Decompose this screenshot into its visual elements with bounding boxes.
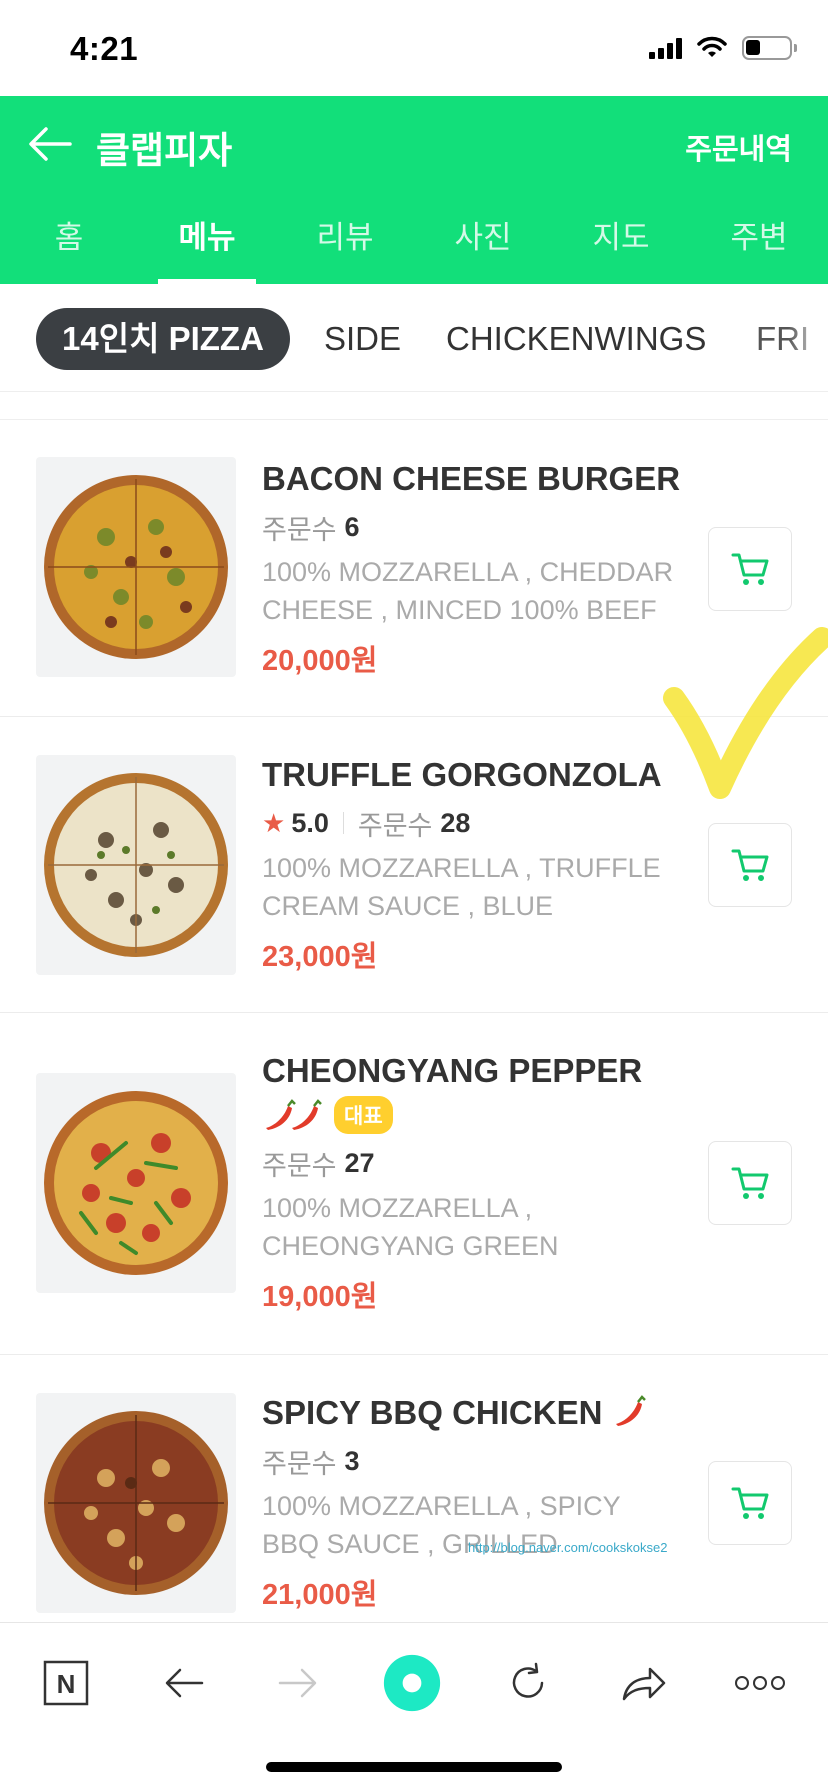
green-dot-button[interactable]	[382, 1653, 442, 1713]
star-icon: ★	[262, 807, 286, 838]
menu-item-price: 20,000원	[262, 645, 378, 677]
cart-icon	[731, 553, 769, 585]
browser-back-button[interactable]	[154, 1653, 214, 1713]
order-count: 주문수 3	[262, 1443, 682, 1479]
menu-item-price: 19,000원	[262, 1281, 378, 1313]
order-history-link[interactable]: 주문내역	[685, 126, 792, 168]
pizza-thumbnail	[36, 457, 236, 677]
more-button[interactable]	[730, 1653, 790, 1713]
rating-value: 5.0	[291, 807, 329, 838]
tab-menu[interactable]: 메뉴	[138, 192, 276, 284]
add-to-cart-button[interactable]	[708, 823, 792, 907]
order-count: 주문수 6	[262, 509, 682, 545]
menu-item-name: SPICY BBQ CHICKEN	[262, 1394, 603, 1431]
share-icon	[622, 1667, 666, 1701]
menu-item[interactable]: CHEONGYANG PEPPER 대표 주문수 27 100% MOZZARE…	[0, 1013, 828, 1355]
category-chip-chickenwings[interactable]: CHICKENWINGS	[446, 308, 706, 370]
menu-item-tags: 대표	[262, 1095, 682, 1135]
menu-item-name-row: SPICY BBQ CHICKEN	[262, 1393, 682, 1433]
tab-photos[interactable]: 사진	[414, 192, 552, 284]
back-button[interactable]	[24, 118, 76, 170]
nav-tabs: 홈 메뉴 리뷰 사진 지도 주변	[0, 192, 828, 284]
order-count-value: 27	[344, 1147, 375, 1178]
refresh-button[interactable]	[498, 1653, 558, 1713]
menu-item-description: 100% MOZZARELLA , CHEDDAR CHEESE , MINCE…	[262, 557, 674, 625]
menu-item[interactable]: SPICY BBQ CHICKEN 주문수 3 100% MOZZARELLA …	[0, 1355, 828, 1622]
cart-icon	[731, 1167, 769, 1199]
wifi-icon	[697, 36, 727, 57]
tab-map[interactable]: 지도	[552, 192, 690, 284]
status-icons	[649, 36, 797, 60]
refresh-icon	[512, 1662, 544, 1698]
svg-text:N: N	[57, 1669, 76, 1699]
menu-item-info: TRUFFLE GORGONZOLA ★ 5.0 주문수 28 100% MOZ…	[262, 755, 682, 975]
menu-item-price: 21,000원	[262, 1579, 378, 1611]
menu-item-description: 100% MOZZARELLA , TRUFFLE CREAM SAUCE , …	[262, 853, 661, 921]
category-bar: 14인치 PIZZA SIDE CHICKENWINGS FRI	[0, 284, 828, 392]
battery-fill	[746, 40, 760, 55]
battery-icon	[742, 36, 797, 60]
back-arrow-icon	[29, 127, 72, 161]
cart-icon	[731, 1487, 769, 1519]
signal-icon	[649, 37, 682, 59]
order-count-label: 주문수	[357, 810, 433, 841]
menu-item-info: BACON CHEESE BURGER 주문수 6 100% MOZZARELL…	[262, 459, 682, 679]
naver-n-icon: N	[43, 1660, 89, 1706]
back-arrow-icon	[165, 1668, 204, 1698]
order-count-label: 주문수	[262, 1150, 337, 1181]
status-bar: 4:21	[0, 0, 828, 96]
more-icon	[735, 1676, 785, 1690]
order-count-value: 28	[440, 807, 471, 838]
order-count-value: 6	[344, 511, 360, 542]
menu-item-name: CHEONGYANG PEPPER	[262, 1052, 643, 1089]
pizza-thumbnail	[36, 1073, 236, 1293]
category-chip-side[interactable]: SIDE	[324, 308, 401, 370]
order-count-value: 3	[344, 1445, 360, 1476]
menu-item-name: TRUFFLE GORGONZOLA	[262, 756, 662, 793]
category-chip-pizza[interactable]: 14인치 PIZZA	[36, 308, 290, 370]
home-indicator	[266, 1762, 562, 1772]
share-button[interactable]	[614, 1653, 674, 1713]
chili-pepper-icon	[266, 1099, 322, 1130]
forward-arrow-icon	[278, 1668, 317, 1698]
check-mark-annotation	[663, 627, 828, 799]
menu-item-description: 100% MOZZARELLA , CHEONGYANG GREEN PEPPE…	[262, 1193, 559, 1261]
pizza-thumbnail	[36, 1393, 236, 1613]
menu-item-name: BACON CHEESE BURGER	[262, 460, 681, 497]
scroll-fade	[788, 284, 828, 391]
chili-pepper-icon	[615, 1395, 646, 1426]
order-count-label: 주문수	[262, 514, 337, 545]
page-title: 클랩피자	[96, 130, 233, 171]
add-to-cart-button[interactable]	[708, 1141, 792, 1225]
watermark-text: http://blog.naver.com/cookskokse2	[468, 1540, 668, 1555]
signature-badge: 대표	[334, 1096, 393, 1134]
cart-icon	[731, 849, 769, 881]
menu-item-price: 23,000원	[262, 941, 378, 973]
naver-home-button[interactable]: N	[36, 1653, 96, 1713]
tab-reviews[interactable]: 리뷰	[276, 192, 414, 284]
status-time: 4:21	[70, 30, 139, 67]
home-dot-icon	[383, 1654, 441, 1712]
rating-and-orders: ★ 5.0 주문수 28	[262, 805, 682, 841]
meta-divider	[342, 812, 344, 834]
order-count: 주문수 27	[262, 1145, 682, 1181]
order-count-label: 주문수	[262, 1448, 337, 1479]
section-divider	[0, 392, 828, 420]
add-to-cart-button[interactable]	[708, 1461, 792, 1545]
tab-home[interactable]: 홈	[0, 192, 138, 284]
browser-forward-button[interactable]	[268, 1653, 328, 1713]
pizza-thumbnail	[36, 755, 236, 975]
add-to-cart-button[interactable]	[708, 527, 792, 611]
app-header: 클랩피자 주문내역	[0, 96, 828, 192]
tab-nearby[interactable]: 주변	[690, 192, 828, 284]
menu-item-info: CHEONGYANG PEPPER 대표 주문수 27 100% MOZZARE…	[262, 1051, 682, 1315]
menu-item-info: SPICY BBQ CHICKEN 주문수 3 100% MOZZARELLA …	[262, 1393, 682, 1613]
